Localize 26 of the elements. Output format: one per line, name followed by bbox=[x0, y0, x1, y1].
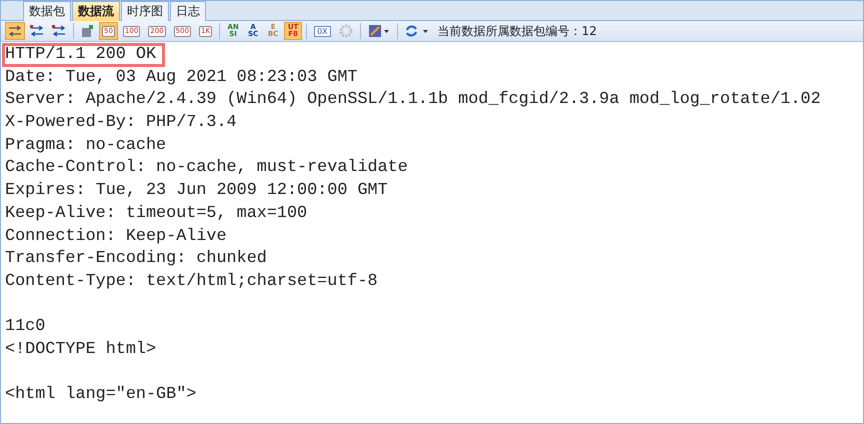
swap-arrows-button[interactable] bbox=[5, 22, 25, 40]
tab[interactable]: 时序图 bbox=[121, 1, 169, 21]
response-line: Pragma: no-cache bbox=[4, 134, 168, 157]
response-line: Keep-Alive: timeout=5, max=100 bbox=[4, 202, 308, 225]
response-line: 11c0 bbox=[4, 316, 46, 338]
response-line: <!DOCTYPE html> bbox=[4, 338, 158, 361]
response-line: Transfer-Encoding: chunked bbox=[4, 248, 268, 270]
refresh-caret-icon bbox=[404, 24, 429, 38]
response-line: Date: Tue, 03 Aug 2021 08:23:03 GMT bbox=[4, 66, 358, 89]
hex-button[interactable]: 0X bbox=[311, 22, 334, 40]
swap-arrows-icon bbox=[30, 25, 44, 37]
tab[interactable]: 数据流 bbox=[72, 1, 120, 21]
packet-number-label: 当前数据所属数据包编号：12 bbox=[438, 22, 597, 40]
response-line: Expires: Tue, 23 Jun 2009 12:00:00 GMT bbox=[4, 180, 389, 202]
response-line: Cache-Control: no-cache, must-revalidate bbox=[4, 157, 409, 180]
response-line: X-Powered-By: PHP/7.3.4 bbox=[4, 112, 238, 134]
swap-arrows-icon bbox=[52, 25, 66, 37]
tab[interactable]: 日志 bbox=[170, 1, 206, 21]
tab[interactable]: 数据包 bbox=[23, 1, 71, 21]
image-caret-icon bbox=[368, 24, 390, 38]
swap-arrows-icon bbox=[8, 25, 22, 37]
response-line: Content-Type: text/html;charset=utf-8 bbox=[4, 270, 379, 293]
database-icon bbox=[81, 24, 94, 38]
response-line: Connection: Keep-Alive bbox=[4, 226, 228, 248]
response-line: <html lang="en-GB"> bbox=[4, 384, 198, 406]
response-line: Server: Apache/2.4.39 (Win64) OpenSSL/1.1.1b mod_fcgid/2.3.9a mod_log_rotate/1.02 bbox=[4, 89, 822, 112]
